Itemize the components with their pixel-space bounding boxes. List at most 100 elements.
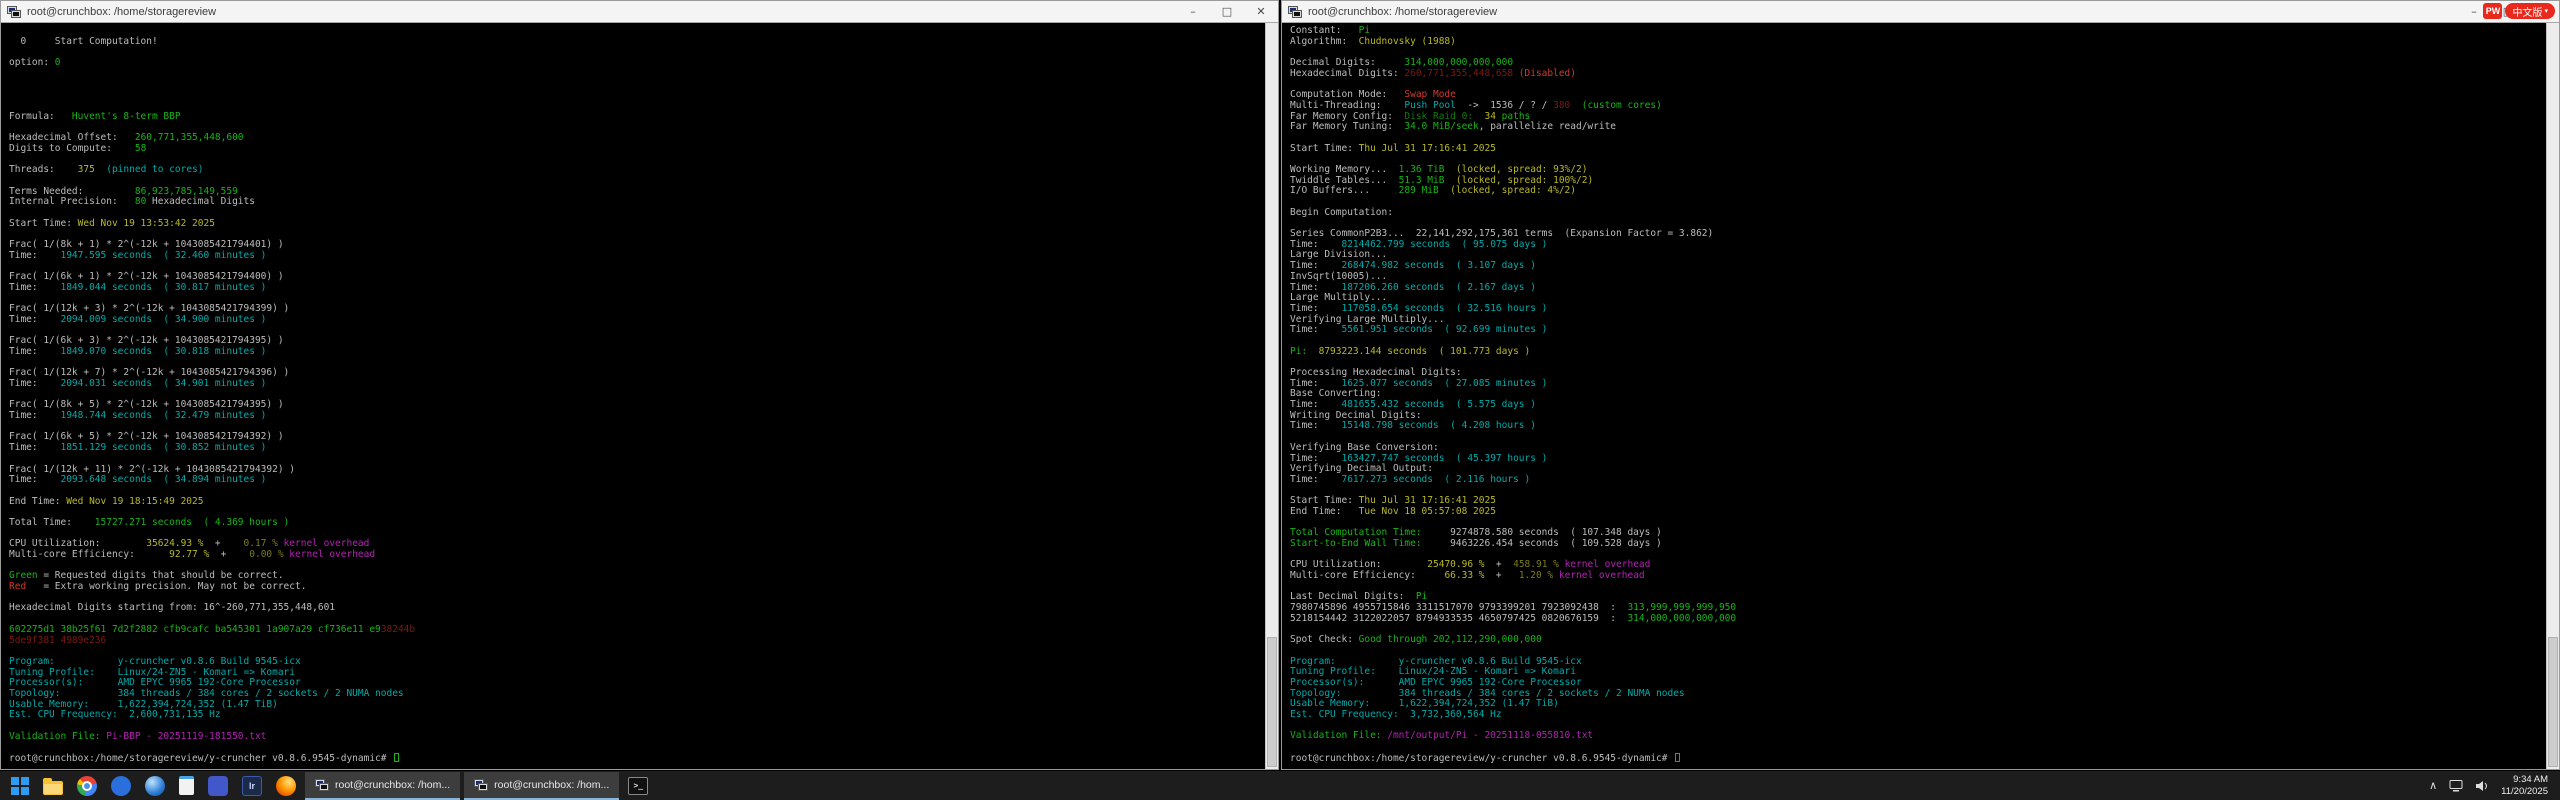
lightroom-icon[interactable]: lr [242, 776, 262, 796]
terminal-line: 602275d1 38b25f61 7d2f2882 cfb9cafc ba54… [9, 625, 1265, 636]
app-blue-icon[interactable] [111, 776, 131, 796]
terminal-line: Spot Check: Good through 202,112,290,000… [1290, 635, 2546, 646]
terminal-line: Time: 7617.273 seconds ( 2.116 hours ) [1290, 475, 2546, 486]
putty-icon [474, 778, 488, 792]
globe-icon[interactable] [145, 776, 165, 796]
system-tray: ∧ 9:34 AM 11/20/2025 [2429, 774, 2560, 798]
terminal-line: Time: 15148.798 seconds ( 4.208 hours ) [1290, 421, 2546, 432]
terminal-line: Red = Extra working precision. May not b… [9, 582, 1265, 593]
terminal-line [1290, 357, 2546, 368]
file-explorer-icon[interactable] [43, 781, 63, 795]
terminal-line: Validation File: /mnt/output/Pi - 202511… [1290, 731, 2546, 742]
terminal-line: Time: 1851.129 seconds ( 30.852 minutes … [9, 443, 1265, 454]
terminal-line [9, 90, 1265, 101]
scrollbar-thumb[interactable] [1267, 637, 1277, 767]
terminal-line [9, 101, 1265, 112]
titlebar-left[interactable]: root@crunchbox: /home/storagereview – □ … [1, 1, 1278, 23]
terminal-line [9, 69, 1265, 80]
terminal-line: Time: 1849.044 seconds ( 30.817 minutes … [9, 283, 1265, 294]
terminal-line: Time: 268474.982 seconds ( 3.107 days ) [1290, 261, 2546, 272]
window-title: root@crunchbox: /home/storagereview [1308, 6, 1497, 18]
ime-logo-icon[interactable]: PW [2483, 3, 2502, 19]
scrollbar[interactable] [1265, 23, 1278, 769]
terminal-line: Hexadecimal Digits: 260,771,355,448,658 … [1290, 69, 2546, 80]
scrollbar[interactable] [2546, 23, 2559, 769]
taskbar-window-button-2[interactable]: root@crunchbox: /hom... [464, 772, 619, 800]
terminal-output-left[interactable]: 0 Start Computation! option: 0 Formula: … [1, 23, 1265, 769]
taskbar-window-button-1[interactable]: root@crunchbox: /hom... [305, 772, 460, 800]
putty-icon [315, 778, 329, 792]
ime-language-label[interactable]: 中文版 ▾ [2505, 3, 2555, 19]
terminal-line: End Time: Tue Nov 18 05:57:08 2025 [1290, 507, 2546, 518]
taskbar-clock[interactable]: 9:34 AM 11/20/2025 [2501, 774, 2548, 798]
terminal-line [1290, 432, 2546, 443]
terminal-line: Time: 163427.747 seconds ( 45.397 hours … [1290, 454, 2546, 465]
terminal-line: Time: 2094.031 seconds ( 34.901 minutes … [9, 379, 1265, 390]
terminal-line: Far Memory Tuning: 34.0 MiB/seek, parall… [1290, 122, 2546, 133]
display-icon[interactable] [2449, 780, 2463, 792]
putty-icon [7, 5, 21, 19]
terminal-line: Time: 117058.654 seconds ( 32.516 hours … [1290, 304, 2546, 315]
terminal-line: root@crunchbox:/home/storagereview/y-cru… [9, 753, 1265, 764]
terminal-line: Time: 2094.009 seconds ( 34.900 minutes … [9, 315, 1265, 326]
terminal-line: Start Time: Wed Nov 19 13:53:42 2025 [9, 219, 1265, 230]
scrollbar-thumb[interactable] [2548, 637, 2558, 767]
window-controls: – □ ✕ [1176, 1, 1278, 22]
terminal-line: Multi-core Efficiency: 92.77 % + 0.00 % … [9, 550, 1265, 561]
terminal-line: Begin Computation: [1290, 208, 2546, 219]
terminal-line: Time: 5561.951 seconds ( 92.699 minutes … [1290, 325, 2546, 336]
terminal-line: Time: 8214462.799 seconds ( 95.075 days … [1290, 240, 2546, 251]
terminal-line: Time: 1625.077 seconds ( 27.085 minutes … [1290, 379, 2546, 390]
terminal-line: Hexadecimal Offset: 260,771,355,448,600 [9, 133, 1265, 144]
chrome-icon[interactable] [77, 776, 97, 796]
taskbar: lr root@crunchbox: /hom... root@crunchbo… [0, 770, 2560, 800]
terminal-line: Est. CPU Frequency: 2,600,731,135 Hz [9, 710, 1265, 721]
terminal-line: Digits to Compute: 58 [9, 144, 1265, 155]
terminal-line: 0 Start Computation! [9, 37, 1265, 48]
terminal-line: option: 0 [9, 58, 1265, 69]
clock-time: 9:34 AM [2501, 774, 2548, 786]
document-icon[interactable] [179, 776, 194, 795]
terminal-line [9, 742, 1265, 753]
terminal-line [1290, 197, 2546, 208]
terminal-line: Algorithm: Chudnovsky (1988) [1290, 37, 2546, 48]
terminal-line: Threads: 375 (pinned to cores) [9, 165, 1265, 176]
terminal-line: Internal Precision: 80 Hexadecimal Digit… [9, 197, 1265, 208]
terminal-line: Est. CPU Frequency: 3,732,360,564 Hz [1290, 710, 2546, 721]
terminal-line [1290, 79, 2546, 90]
terminal-line: root@crunchbox:/home/storagereview/y-cru… [1290, 753, 2546, 764]
terminal-line: Time: 481655.432 seconds ( 5.575 days ) [1290, 400, 2546, 411]
minimize-button[interactable]: – [1176, 1, 1210, 22]
terminal-line [1290, 582, 2546, 593]
firefox-icon[interactable] [276, 776, 296, 796]
taskbar-pinned-icons: lr [4, 776, 303, 796]
titlebar-right[interactable]: root@crunchbox: /home/storagereview – □ … [1282, 1, 2559, 23]
close-button[interactable]: ✕ [1244, 1, 1278, 22]
start-icon[interactable] [11, 777, 29, 795]
terminal-line: Total Time: 15727.271 seconds ( 4.369 ho… [9, 518, 1265, 529]
maximize-button[interactable]: □ [1210, 1, 1244, 22]
ime-badge[interactable]: PW 中文版 ▾ [2483, 3, 2555, 19]
terminal-window-left: root@crunchbox: /home/storagereview – □ … [0, 0, 1279, 770]
taskbar-window-button-label: root@crunchbox: /hom... [494, 779, 609, 791]
terminal-line: 5de9f381 4989e236 [9, 636, 1265, 647]
terminal-line: Time: 1947.595 seconds ( 32.460 minutes … [9, 251, 1265, 262]
terminal-line: 5218154442 3122022057 8794933535 4650797… [1290, 614, 2546, 625]
terminal-line: Constant: Pi [1290, 26, 2546, 37]
terminal-output-right[interactable]: Constant: PiAlgorithm: Chudnovsky (1988)… [1282, 23, 2546, 769]
app-indigo-icon[interactable] [208, 776, 228, 796]
terminal-line: Multi-core Efficiency: 66.33 % + 1.20 % … [1290, 571, 2546, 582]
speaker-icon[interactable] [2475, 780, 2489, 792]
terminal-line: Time: 1849.070 seconds ( 30.818 minutes … [9, 347, 1265, 358]
terminal-icon[interactable]: >_ [628, 777, 648, 795]
putty-icon [1288, 5, 1302, 19]
terminal-line: Formula: Huvent's 8-term BBP [9, 112, 1265, 123]
terminal-line: Time: 187206.260 seconds ( 2.167 days ) [1290, 283, 2546, 294]
terminal-line [9, 48, 1265, 59]
terminal-line: Pi: 8793223.144 seconds ( 101.773 days ) [1290, 347, 2546, 358]
terminal-line: Time: 2093.648 seconds ( 34.894 minutes … [9, 475, 1265, 486]
terminal-line: End Time: Wed Nov 19 18:15:49 2025 [9, 497, 1265, 508]
tray-chevron-icon[interactable]: ∧ [2429, 779, 2437, 792]
terminal-line: Start-to-End Wall Time: 9463226.454 seco… [1290, 539, 2546, 550]
terminal-line: Start Time: Thu Jul 31 17:16:41 2025 [1290, 144, 2546, 155]
